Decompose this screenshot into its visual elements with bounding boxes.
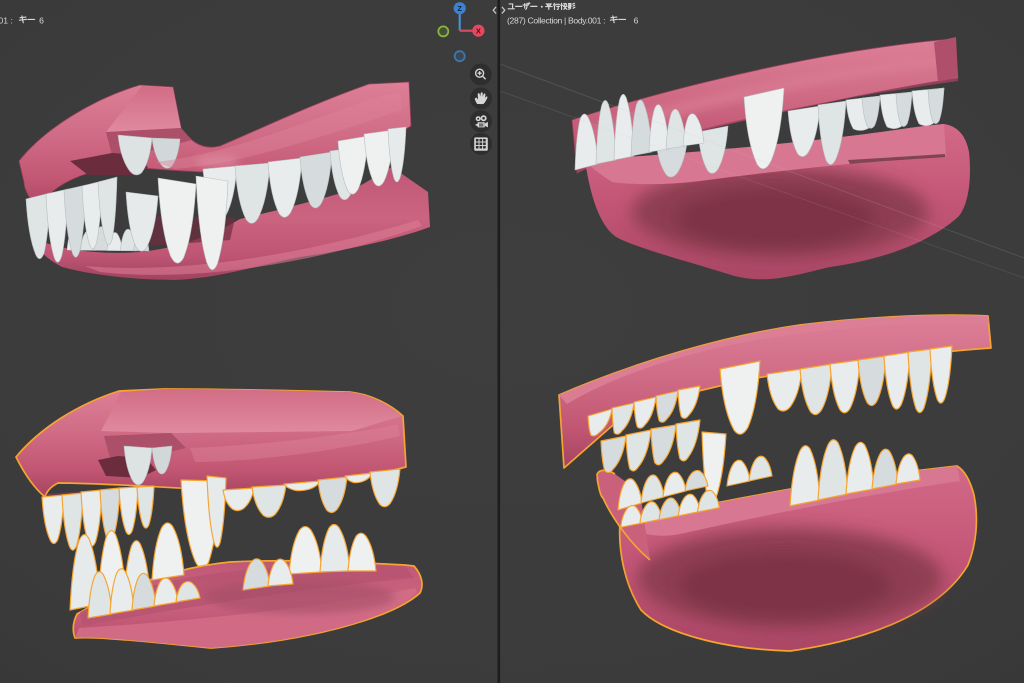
- svg-text:Z: Z: [457, 4, 462, 13]
- svg-text:6: 6: [39, 15, 44, 25]
- svg-text:01 :: 01 :: [0, 15, 13, 25]
- svg-text:X: X: [476, 27, 481, 36]
- svg-text:6: 6: [634, 15, 639, 25]
- svg-text:(287) Collection | Body.001 :: (287) Collection | Body.001 :: [507, 15, 606, 25]
